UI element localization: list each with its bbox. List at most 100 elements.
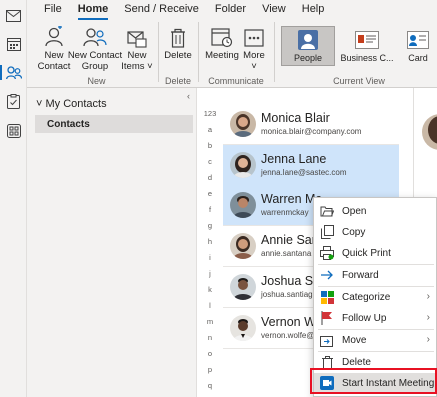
contact-email: warrenmckay <box>261 208 309 217</box>
ctx-follow-up[interactable]: Follow Up › <box>314 308 437 328</box>
contact-card[interactable]: Monica Blair monica.blair@company.com <box>223 104 399 144</box>
ctx-label: Delete <box>342 356 371 368</box>
avatar <box>230 192 256 218</box>
avatar <box>230 233 256 259</box>
alpha-index-item[interactable]: n <box>197 333 223 342</box>
more-button[interactable]: More ˅ <box>241 24 267 72</box>
contact-email: vernon.wolfe@ <box>261 331 315 340</box>
new-contact-group-button[interactable]: New Contact Group <box>67 24 123 72</box>
view-business-card-button[interactable]: Business C... <box>338 26 396 66</box>
folder-item-contacts[interactable]: Contacts <box>35 115 193 133</box>
alpha-index-item[interactable]: c <box>197 157 223 166</box>
alpha-index-item[interactable]: 123 <box>197 109 223 118</box>
menu-folder[interactable]: Folder <box>207 0 254 18</box>
chevron-right-icon: › <box>426 312 430 323</box>
new-contact-group-label: New Contact Group <box>67 50 123 72</box>
contact-card[interactable]: Jenna Lane jenna.lane@sastec.com <box>223 145 399 185</box>
contact-name: Joshua Sa <box>261 274 321 288</box>
delete-button[interactable]: Delete <box>163 24 193 61</box>
avatar <box>230 152 256 178</box>
contact-photo-partial <box>422 114 437 150</box>
ctx-label: Follow Up <box>342 312 387 324</box>
contact-email: joshua.santiag <box>261 290 313 299</box>
contact-name: Jenna Lane <box>261 152 327 166</box>
ctx-copy[interactable]: Copy <box>314 222 437 242</box>
alphabet-index: 123 a b c d e f g h i j k l m n o p q <box>197 88 223 397</box>
print-icon <box>319 245 335 261</box>
meeting-calendar-icon <box>211 24 233 48</box>
chevron-right-icon: › <box>426 291 430 302</box>
avatar <box>230 111 256 137</box>
ctx-label: Move <box>342 334 367 346</box>
contact-email: annie.santana <box>261 249 312 258</box>
alpha-index-item[interactable]: f <box>197 205 223 214</box>
avatar <box>230 315 256 341</box>
ctx-open[interactable]: Open <box>314 201 437 221</box>
ctx-categorize[interactable]: Categorize › <box>314 287 437 307</box>
ctx-forward[interactable]: Forward <box>314 265 437 285</box>
ribbon-divider <box>198 22 199 82</box>
alpha-index-item[interactable]: l <box>197 301 223 310</box>
alpha-index-item[interactable]: k <box>197 285 223 294</box>
new-contact-icon <box>44 24 64 48</box>
card-view-icon <box>407 27 429 53</box>
more-label: More ˅ <box>243 50 265 72</box>
calendar-icon[interactable] <box>4 34 23 53</box>
ctx-label: Categorize <box>342 291 391 303</box>
context-menu: Open Copy Quick Print Forward Categorize… <box>313 197 437 397</box>
alpha-index-item[interactable]: m <box>197 317 223 326</box>
ctx-move[interactable]: Move › <box>314 330 437 350</box>
alpha-index-item[interactable]: q <box>197 381 223 390</box>
group-label-current-view: Current View <box>333 76 385 86</box>
more-icon <box>244 24 264 48</box>
ctx-label: Open <box>342 205 367 217</box>
forward-icon <box>319 267 335 283</box>
tasks-icon[interactable] <box>4 92 23 111</box>
apps-icon[interactable] <box>4 121 23 140</box>
ctx-quick-print[interactable]: Quick Print <box>314 243 437 263</box>
view-people-label: People <box>293 53 323 63</box>
alpha-index-item[interactable]: e <box>197 189 223 198</box>
highlight-annotation-box <box>310 368 437 394</box>
alpha-index-item[interactable]: h <box>197 237 223 246</box>
delete-label: Delete <box>164 50 192 61</box>
new-items-button[interactable]: New Items ˅ <box>120 24 154 72</box>
folder-pane: ‹ ˅ My Contacts Contacts <box>27 88 197 397</box>
avatar <box>230 274 256 300</box>
menu-bar: File Home Send / Receive Folder View Hel… <box>27 0 333 20</box>
meeting-button[interactable]: Meeting <box>204 24 240 61</box>
group-label-delete: Delete <box>164 76 191 86</box>
new-items-icon <box>127 24 147 48</box>
contact-email: monica.blair@company.com <box>261 127 362 136</box>
alpha-index-item[interactable]: d <box>197 173 223 182</box>
view-card-button[interactable]: Card <box>399 26 437 66</box>
menu-home[interactable]: Home <box>70 0 117 20</box>
alpha-index-item[interactable]: g <box>197 221 223 230</box>
alpha-index-item[interactable]: i <box>197 253 223 262</box>
alpha-index-item[interactable]: p <box>197 365 223 374</box>
menu-view[interactable]: View <box>254 0 294 18</box>
new-contact-button[interactable]: New Contact <box>38 24 70 72</box>
meeting-label: Meeting <box>205 50 239 61</box>
menu-file[interactable]: File <box>27 0 70 18</box>
move-icon <box>319 332 335 348</box>
mail-icon[interactable] <box>4 6 23 25</box>
alpha-index-item[interactable]: b <box>197 141 223 150</box>
menu-help[interactable]: Help <box>294 0 333 18</box>
group-label-new: New <box>87 76 106 86</box>
collapse-folder-pane-button[interactable]: ‹ <box>187 91 190 101</box>
new-items-label: New Items ˅ <box>121 50 153 72</box>
alpha-index-item[interactable]: o <box>197 349 223 358</box>
my-contacts-header[interactable]: ˅ My Contacts <box>36 98 107 110</box>
ribbon: File Home Send / Receive Folder View Hel… <box>27 0 437 88</box>
contact-group-icon <box>83 24 107 48</box>
open-icon <box>319 203 335 219</box>
ribbon-divider <box>158 22 159 82</box>
alpha-index-item[interactable]: a <box>197 125 223 134</box>
view-people-button[interactable]: People <box>281 26 335 66</box>
ctx-label: Quick Print <box>342 247 391 259</box>
alpha-index-item[interactable]: j <box>197 269 223 278</box>
menu-send-receive[interactable]: Send / Receive <box>116 0 207 18</box>
people-icon[interactable] <box>0 63 23 82</box>
contact-name: Monica Blair <box>261 111 330 125</box>
